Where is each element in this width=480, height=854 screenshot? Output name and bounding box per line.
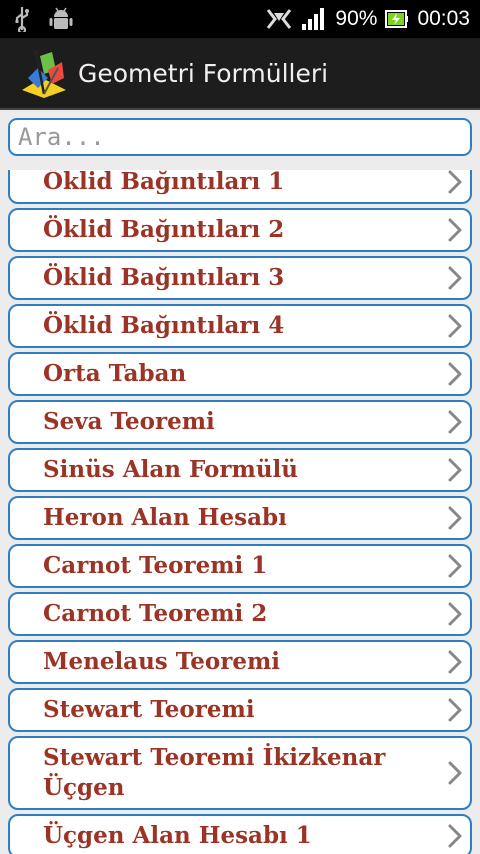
list-item[interactable]: Menelaus Teoremi — [8, 640, 472, 684]
battery-charging-icon — [385, 9, 409, 29]
usb-icon — [14, 6, 30, 32]
app-logo-icon[interactable] — [18, 48, 70, 100]
clock-time: 00:03 — [417, 7, 470, 30]
list-item[interactable]: Orta Taban — [8, 352, 472, 396]
list-item-label: Öklid Bağıntıları 3 — [43, 264, 285, 291]
chevron-right-icon — [448, 506, 462, 530]
list-item-label: Sinüs Alan Formülü — [43, 456, 299, 483]
list-item[interactable]: Carnot Teoremi 2 — [8, 592, 472, 636]
list-item-label: Menelaus Teoremi — [43, 648, 281, 675]
formula-list[interactable]: Öklid Bağıntıları 1 Öklid Bağıntıları 2 … — [0, 170, 480, 854]
chevron-right-icon — [448, 824, 462, 848]
status-bar: 90% 00:03 — [0, 0, 480, 38]
list-item-label: Stewart Teoremi — [43, 696, 255, 723]
chevron-right-icon — [448, 410, 462, 434]
list-item[interactable]: Üçgen Alan Hesabı 1 — [8, 814, 472, 854]
chevron-right-icon — [448, 761, 462, 785]
list-item[interactable]: Seva Teoremi — [8, 400, 472, 444]
chevron-right-icon — [448, 266, 462, 290]
list-item-label: Seva Teoremi — [43, 408, 215, 435]
list-item[interactable]: Stewart Teoremi — [8, 688, 472, 732]
list-item[interactable]: Öklid Bağıntıları 4 — [8, 304, 472, 348]
signal-strength-icon — [301, 7, 327, 31]
list-item-label: Orta Taban — [43, 360, 187, 387]
list-item[interactable]: Öklid Bağıntıları 1 — [8, 170, 472, 204]
action-bar: Geometri Formülleri — [0, 38, 480, 110]
chevron-right-icon — [448, 362, 462, 386]
list-item-label: Heron Alan Hesabı — [43, 504, 287, 531]
list-item-label: Stewart Teoremi İkizkenar Üçgen — [43, 744, 386, 801]
list-item[interactable]: Stewart Teoremi İkizkenar Üçgen — [8, 736, 472, 810]
android-debug-icon — [48, 6, 74, 32]
list-item-label: Üçgen Alan Hesabı 1 — [43, 822, 312, 849]
network-transfer-icon — [265, 7, 293, 31]
chevron-right-icon — [448, 650, 462, 674]
search-bar — [0, 110, 480, 170]
list-item[interactable]: Öklid Bağıntıları 3 — [8, 256, 472, 300]
chevron-right-icon — [448, 554, 462, 578]
list-item[interactable]: Carnot Teoremi 1 — [8, 544, 472, 588]
chevron-right-icon — [448, 602, 462, 626]
list-item[interactable]: Öklid Bağıntıları 2 — [8, 208, 472, 252]
battery-percent: 90% — [335, 7, 378, 30]
list-item-label: Öklid Bağıntıları 2 — [43, 216, 285, 243]
list-item-label: Öklid Bağıntıları 4 — [43, 312, 285, 339]
chevron-right-icon — [448, 698, 462, 722]
chevron-right-icon — [448, 458, 462, 482]
app-title: Geometri Formülleri — [78, 59, 329, 88]
list-item[interactable]: Sinüs Alan Formülü — [8, 448, 472, 492]
chevron-right-icon — [448, 170, 462, 194]
list-item-label: Carnot Teoremi 1 — [43, 552, 268, 579]
search-input[interactable] — [8, 118, 472, 156]
chevron-right-icon — [448, 314, 462, 338]
list-item-label: Öklid Bağıntıları 1 — [43, 170, 285, 195]
list-item[interactable]: Heron Alan Hesabı — [8, 496, 472, 540]
list-item-label: Carnot Teoremi 2 — [43, 600, 268, 627]
chevron-right-icon — [448, 218, 462, 242]
